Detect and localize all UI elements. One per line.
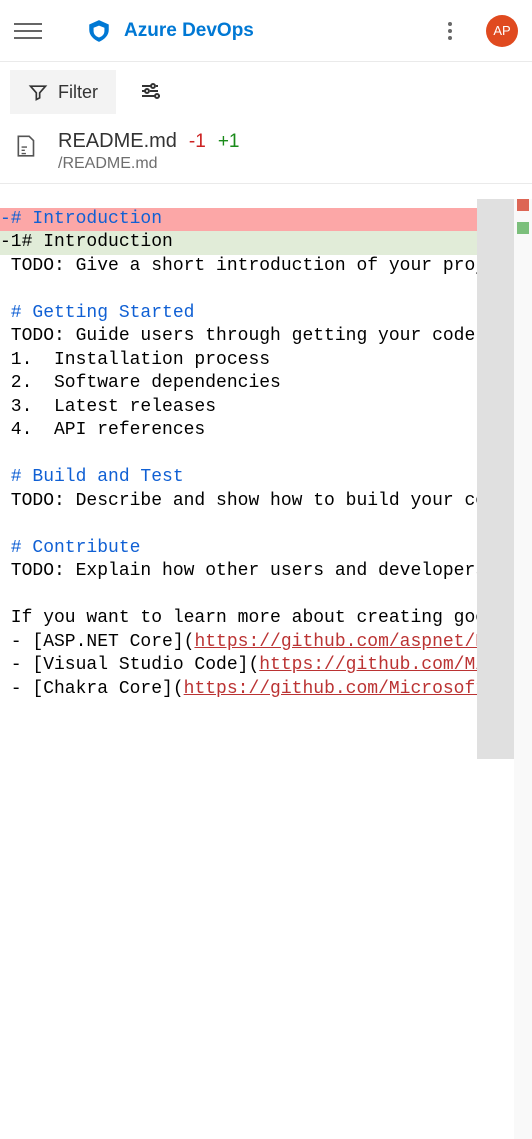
menu-icon[interactable] xyxy=(14,17,42,45)
minimap-removed-marker xyxy=(517,199,529,211)
diff-added-line: -1# Introduction xyxy=(0,231,477,255)
brand[interactable]: Azure DevOps xyxy=(86,18,254,44)
file-header: README.md -1 +1 /README.md xyxy=(0,122,532,184)
link[interactable]: https://github.com/aspnet/Home) xyxy=(194,632,477,652)
filter-button[interactable]: Filter xyxy=(10,70,116,114)
link[interactable]: https://github.com/Microsoft/ChakraCore) xyxy=(184,679,477,699)
diff-removed-line: -# Introduction xyxy=(0,208,477,232)
file-path: /README.md xyxy=(58,155,239,173)
scrollbar-thumb[interactable] xyxy=(477,199,514,759)
added-count: +1 xyxy=(218,131,240,153)
settings-button[interactable] xyxy=(130,71,170,114)
avatar[interactable]: AP xyxy=(486,15,518,47)
app-header: Azure DevOps AP xyxy=(0,0,532,62)
minimap-added-marker xyxy=(517,222,529,234)
diff-view[interactable]: -# Introduction-1# Introduction TODO: Gi… xyxy=(0,184,477,725)
minimap[interactable] xyxy=(514,199,532,1139)
toolbar: Filter xyxy=(0,62,532,122)
diff-file-icon xyxy=(14,132,40,160)
removed-count: -1 xyxy=(189,131,206,153)
filter-label: Filter xyxy=(58,82,98,103)
filter-icon xyxy=(28,82,48,102)
link[interactable]: https://github.com/Microsoft/vscode) xyxy=(259,655,477,675)
settings-icon xyxy=(138,79,162,103)
brand-label: Azure DevOps xyxy=(124,20,254,42)
more-icon[interactable] xyxy=(442,16,458,46)
azure-logo-icon xyxy=(86,18,112,44)
file-name: README.md xyxy=(58,130,177,153)
